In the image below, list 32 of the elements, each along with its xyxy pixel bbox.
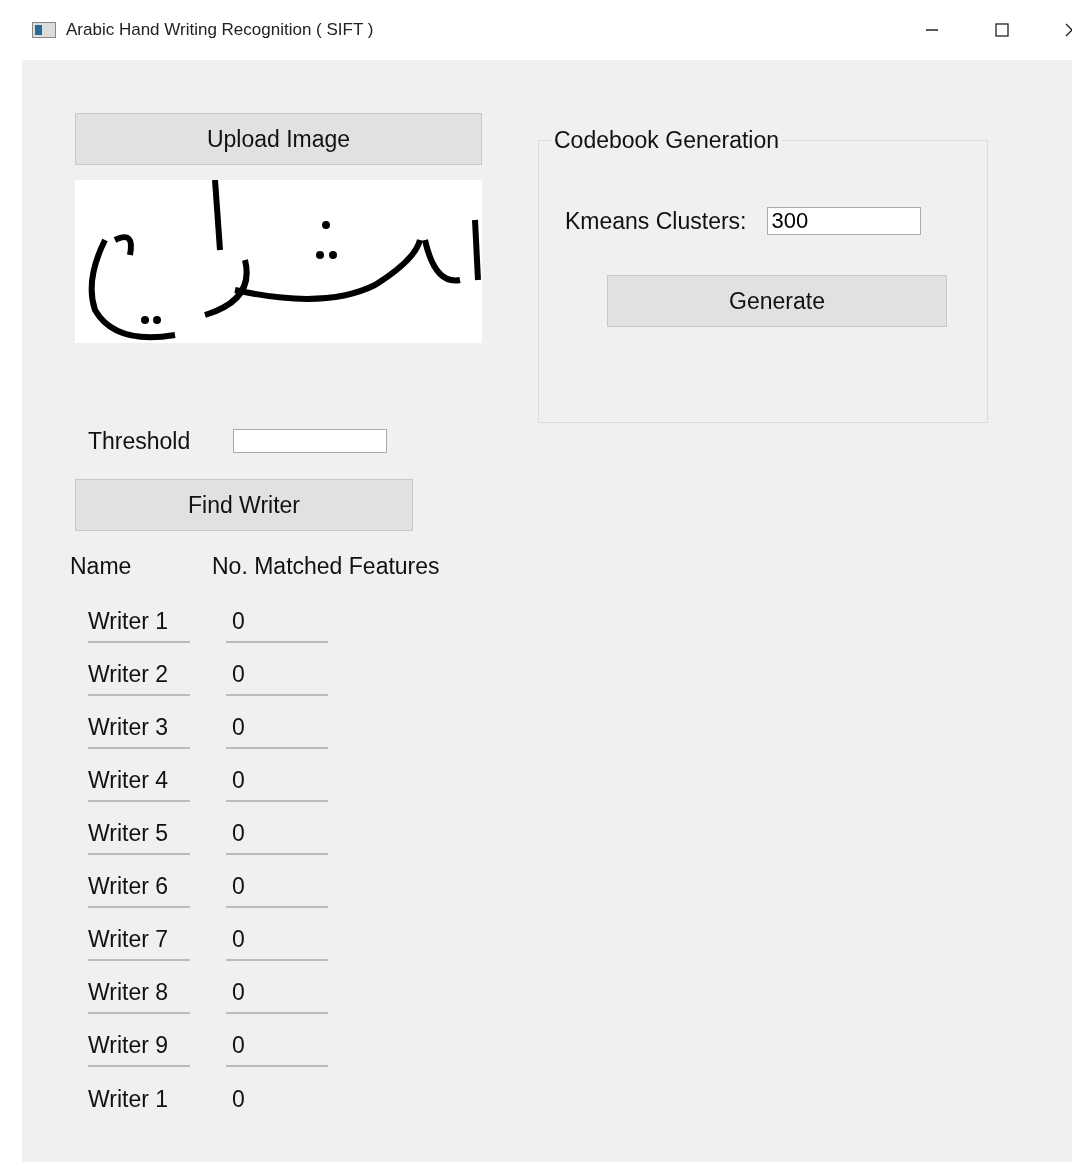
table-cell: 0 bbox=[226, 919, 328, 961]
table-cell: Writer 8 bbox=[88, 972, 190, 1014]
upload-image-button[interactable]: Upload Image bbox=[75, 113, 482, 165]
table-cell: Writer 9 bbox=[88, 1025, 190, 1067]
kmeans-label: Kmeans Clusters: bbox=[565, 207, 747, 235]
table-cell: Writer 2 bbox=[88, 654, 190, 696]
table-cell-text: 0 bbox=[231, 1084, 246, 1114]
table-cell: 0 bbox=[226, 760, 328, 802]
table-cell: Writer 4 bbox=[88, 760, 190, 802]
column-header: No. Matched Features bbox=[212, 552, 440, 580]
threshold-field[interactable] bbox=[233, 429, 388, 453]
kmeans-field[interactable]: 300 bbox=[766, 207, 921, 235]
generate-button[interactable]: Generate bbox=[607, 275, 947, 327]
table-cell: Writer 5 bbox=[88, 813, 190, 855]
table-cell: Writer 3 bbox=[88, 707, 190, 749]
column-header: Name bbox=[70, 552, 133, 580]
window-title: Arabic Hand Writing Recognition ( SIFT ) bbox=[66, 20, 375, 40]
table-cell: Writer 6 bbox=[88, 866, 190, 908]
table-cell-text: Writer 1 bbox=[88, 1084, 170, 1114]
table-cell: Writer 7 bbox=[88, 919, 190, 961]
table-cell: 0 bbox=[226, 707, 328, 749]
table-cell: 0 bbox=[226, 866, 328, 908]
threshold-label: Threshold bbox=[88, 427, 191, 455]
table-cell: Writer 1 bbox=[88, 601, 190, 643]
table-cell: 0 bbox=[226, 813, 328, 855]
app-icon bbox=[32, 22, 56, 38]
maximize-icon[interactable] bbox=[994, 22, 1010, 38]
table-cell: 0 bbox=[226, 601, 328, 643]
table-cell: 0 bbox=[226, 654, 328, 696]
find-writer-button[interactable]: Find Writer bbox=[75, 479, 413, 531]
table-cell: 0 bbox=[226, 1025, 328, 1067]
table-cell: 0 bbox=[226, 972, 328, 1014]
